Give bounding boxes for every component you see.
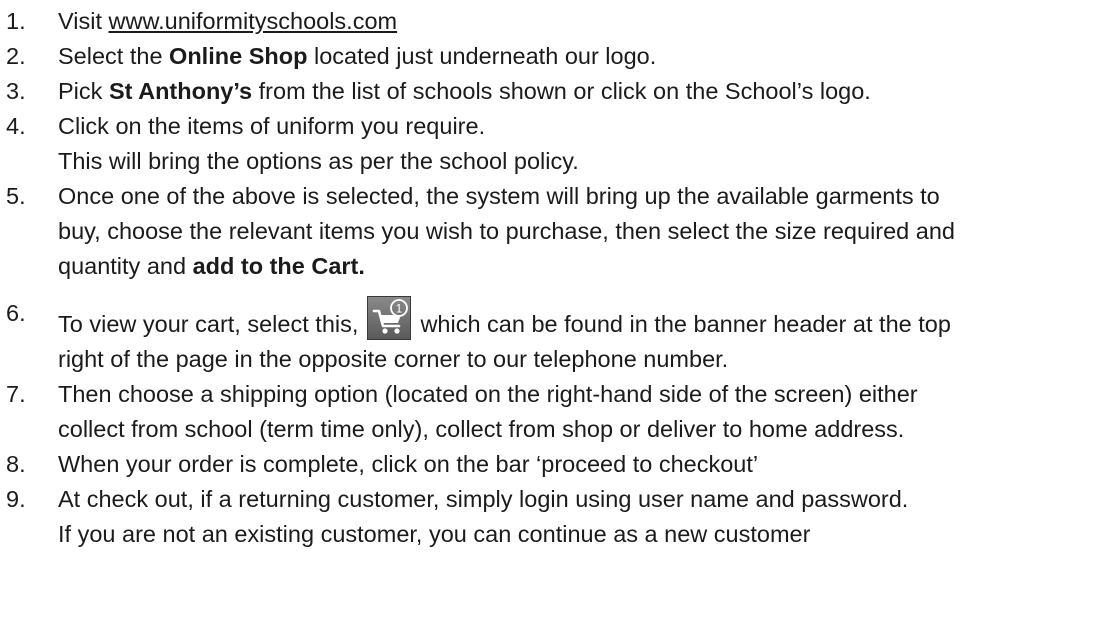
step-number: 2. bbox=[6, 43, 26, 69]
step-number: 9. bbox=[6, 486, 26, 512]
school-name-label: St Anthony’s bbox=[108, 78, 253, 104]
step-text: Click on the items of uniform you requir… bbox=[58, 113, 486, 139]
cart-count-badge: 1 bbox=[396, 302, 403, 316]
step-number: 1. bbox=[6, 8, 26, 34]
step-text: Visit bbox=[58, 8, 109, 34]
step-text: from the list of schools shown or click … bbox=[252, 78, 871, 104]
step-text: At check out, if a returning customer, s… bbox=[58, 486, 909, 512]
step-number: 3. bbox=[6, 78, 26, 104]
step-5: 5. Once one of the above is selected, the… bbox=[0, 179, 1100, 284]
step-3: 3. Pick St Anthony’s from the list of sch… bbox=[0, 74, 1100, 109]
step-2: 2. Select the Online Shop located just un… bbox=[0, 39, 1100, 74]
website-link[interactable]: www.uniformityschools.com bbox=[109, 8, 398, 34]
step-text: located just underneath our logo. bbox=[307, 43, 657, 69]
step-text: Once one of the above is selected, the s… bbox=[58, 183, 940, 209]
step-1: 1. Visit www.uniformityschools.com bbox=[0, 4, 1100, 39]
step-number: 4. bbox=[6, 113, 26, 139]
step-text: collect from school (term time only), co… bbox=[58, 416, 905, 442]
step-number: 8. bbox=[6, 451, 26, 477]
step-6: 6. To view your cart, select this, 1 whic… bbox=[0, 296, 1100, 377]
online-shop-label: Online Shop bbox=[169, 43, 308, 69]
step-text: This will bring the options as per the s… bbox=[58, 148, 579, 174]
step-4: 4. Click on the items of uniform you requ… bbox=[0, 109, 1100, 179]
step-9: 9. At check out, if a returning customer,… bbox=[0, 482, 1100, 552]
add-to-cart-label: add to the Cart. bbox=[192, 253, 365, 279]
step-text: Select the bbox=[58, 43, 170, 69]
step-text: To view your cart, select this, bbox=[58, 311, 365, 337]
step-text: Then choose a shipping option (located o… bbox=[58, 381, 918, 407]
step-text: right of the page in the opposite corner… bbox=[58, 346, 729, 372]
step-7: 7. Then choose a shipping option (located… bbox=[0, 377, 1100, 447]
step-text: buy, choose the relevant items you wish … bbox=[58, 218, 955, 244]
step-text: If you are not an existing customer, you… bbox=[58, 521, 811, 547]
step-text: which can be found in the banner header … bbox=[413, 311, 951, 337]
step-number: 7. bbox=[6, 381, 26, 407]
step-text: When your order is complete, click on th… bbox=[58, 451, 759, 477]
step-8: 8. When your order is complete, click on … bbox=[0, 447, 1100, 482]
instructions-document: 1. Visit www.uniformityschools.com 2. Sele… bbox=[0, 0, 1100, 642]
step-text: quantity and bbox=[58, 253, 193, 279]
step-number: 6. bbox=[6, 300, 26, 326]
shopping-cart-icon: 1 bbox=[366, 296, 411, 340]
step-number: 5. bbox=[6, 183, 26, 209]
step-text: Pick bbox=[58, 78, 109, 104]
